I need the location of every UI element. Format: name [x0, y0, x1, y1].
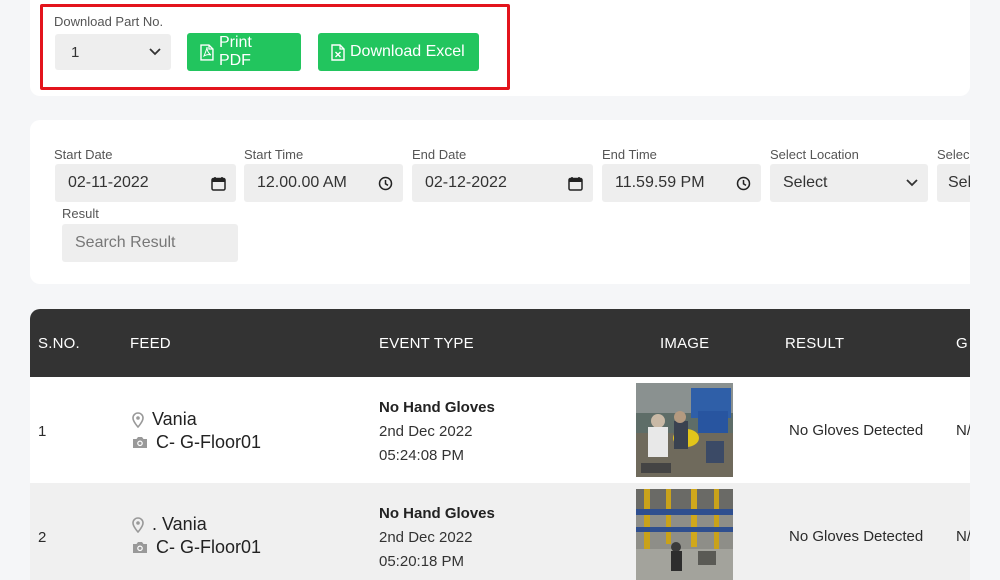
feed-camera: C- G-Floor01	[132, 537, 261, 558]
camera-icon	[133, 542, 147, 553]
feed-location: . Vania	[132, 514, 207, 535]
event-time: 05:20:18 PM	[379, 553, 465, 570]
results-table: S.NO. FEED EVENT TYPE IMAGE RESULT G 1 V…	[30, 309, 970, 580]
extra-filter-label: Selec	[937, 147, 970, 162]
calendar-icon[interactable]	[211, 176, 226, 191]
row-extra: N/	[956, 422, 970, 439]
start-date-label: Start Date	[54, 147, 113, 162]
event-time: 05:24:08 PM	[379, 447, 465, 464]
start-time-value: 12.00.00 AM	[257, 174, 347, 191]
part-number-value: 1	[71, 43, 80, 61]
start-time-input[interactable]: 12.00.00 AM	[244, 164, 403, 202]
extra-filter-value: Sel	[948, 174, 970, 191]
feed-camera-text: C- G-Floor01	[156, 432, 262, 452]
location-pin-icon	[132, 411, 144, 428]
download-excel-label: Download Excel	[350, 43, 465, 60]
end-time-input[interactable]: 11.59.59 PM	[602, 164, 761, 202]
print-pdf-label: Print PDF	[218, 34, 252, 69]
end-time-label: End Time	[602, 147, 657, 162]
print-pdf-button[interactable]: Print PDF	[187, 33, 301, 71]
location-value: Select	[783, 174, 828, 191]
end-date-label: End Date	[412, 147, 467, 162]
result-label: Result	[62, 206, 99, 221]
feed-location: Vania	[132, 409, 197, 430]
location-select[interactable]: Select	[770, 164, 928, 202]
row-result: No Gloves Detected	[789, 422, 924, 439]
row-sno: 1	[38, 423, 47, 440]
result-search-input[interactable]: Search Result	[62, 224, 238, 262]
event-type: No Hand Gloves	[379, 505, 495, 522]
excel-file-icon	[331, 43, 345, 61]
event-image-thumbnail[interactable]	[636, 489, 733, 580]
part-number-select[interactable]: 1	[55, 34, 171, 70]
clock-icon[interactable]	[736, 176, 751, 191]
download-excel-button[interactable]: Download Excel	[318, 33, 479, 71]
event-type: No Hand Gloves	[379, 399, 495, 416]
event-image-thumbnail[interactable]	[636, 383, 733, 477]
result-search-placeholder: Search Result	[75, 234, 176, 251]
row-extra: N/	[956, 528, 970, 545]
event-date: 2nd Dec 2022	[379, 529, 473, 546]
row-sno: 2	[38, 529, 47, 546]
chevron-down-icon	[149, 48, 161, 56]
header-extra: G	[956, 335, 968, 352]
table-row[interactable]: 1 Vania C- G-Floor01 No Hand Gloves 2nd …	[30, 377, 970, 483]
end-date-input[interactable]: 02-12-2022	[412, 164, 593, 202]
start-date-input[interactable]: 02-11-2022	[55, 164, 236, 202]
header-image: IMAGE	[660, 335, 710, 352]
row-result: No Gloves Detected	[789, 528, 924, 545]
location-label: Select Location	[770, 147, 859, 162]
end-time-value: 11.59.59 PM	[615, 174, 705, 191]
location-pin-icon	[132, 516, 144, 533]
header-feed: FEED	[130, 335, 171, 352]
feed-camera-text: C- G-Floor01	[156, 537, 262, 557]
event-date: 2nd Dec 2022	[379, 423, 473, 440]
download-part-label: Download Part No.	[54, 14, 164, 29]
table-row[interactable]: 2 . Vania C- G-Floor01 No Hand Gloves 2n…	[30, 483, 970, 580]
calendar-icon[interactable]	[568, 176, 583, 191]
header-result: RESULT	[785, 335, 845, 352]
extra-filter-select[interactable]: Sel	[937, 164, 970, 202]
header-sno: S.NO.	[38, 335, 80, 352]
chevron-down-icon	[906, 179, 918, 187]
header-event-type: EVENT TYPE	[379, 335, 474, 352]
feed-location-text: . Vania	[152, 514, 207, 534]
clock-icon[interactable]	[378, 176, 393, 191]
start-time-label: Start Time	[244, 147, 304, 162]
start-date-value: 02-11-2022	[68, 174, 149, 191]
feed-camera: C- G-Floor01	[132, 432, 261, 453]
feed-location-text: Vania	[152, 409, 197, 429]
camera-icon	[133, 437, 147, 448]
end-date-value: 02-12-2022	[425, 174, 507, 191]
pdf-file-icon	[200, 43, 214, 61]
table-header: S.NO. FEED EVENT TYPE IMAGE RESULT G	[30, 309, 970, 377]
